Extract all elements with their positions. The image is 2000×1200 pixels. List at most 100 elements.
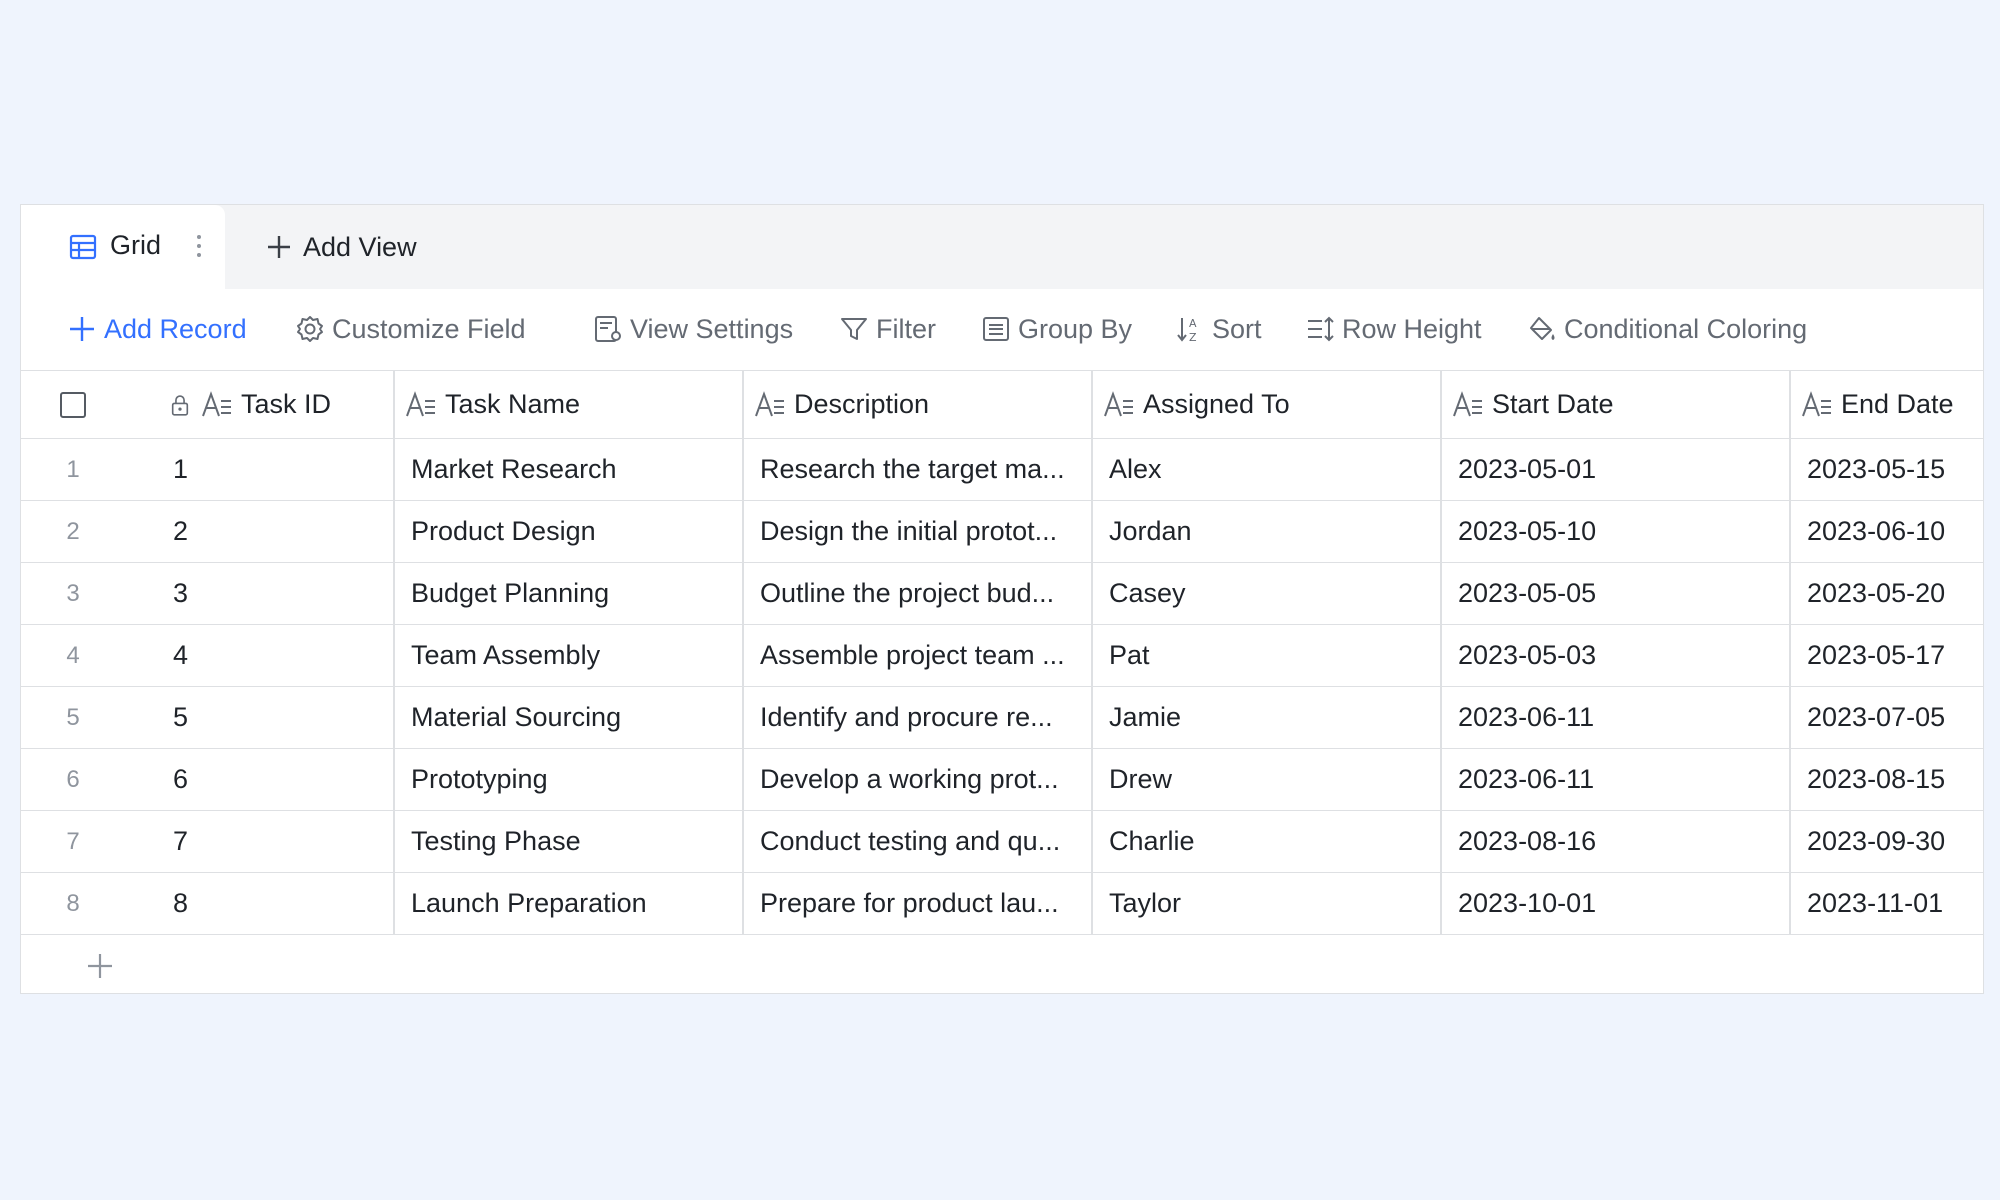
- cell-end-date[interactable]: 2023-05-15: [1791, 439, 1983, 500]
- cell-task-name[interactable]: Material Sourcing: [395, 687, 744, 748]
- table-row[interactable]: 2 2 Product Design Design the initial proto…: [21, 501, 1983, 563]
- cell-assigned-to[interactable]: Charlie: [1093, 811, 1442, 872]
- cell-start-date[interactable]: 2023-10-01: [1442, 873, 1791, 934]
- cell-task-name[interactable]: Prototyping: [395, 749, 744, 810]
- cell-start-date[interactable]: 2023-06-11: [1442, 749, 1791, 810]
- cell-description[interactable]: Prepare for product lau...: [744, 873, 1093, 934]
- tab-grid-label: Grid: [110, 230, 162, 260]
- cell-task-id[interactable]: 5: [125, 687, 395, 748]
- row-height-icon: [1308, 316, 1334, 342]
- grid-table-icon: [69, 234, 97, 260]
- text-field-icon: [406, 390, 435, 416]
- cell-task-id[interactable]: 4: [125, 625, 395, 686]
- cell-task-id[interactable]: 8: [125, 873, 395, 934]
- column-header-label: Description: [794, 389, 930, 419]
- cell-assigned-to[interactable]: Pat: [1093, 625, 1442, 686]
- cell-description[interactable]: Outline the project bud...: [744, 563, 1093, 624]
- row-number: 8: [66, 889, 80, 917]
- lock-icon: [171, 394, 189, 416]
- add-view-label: Add View: [303, 231, 417, 262]
- cell-assigned-to[interactable]: Alex: [1093, 439, 1442, 500]
- cell-end-date[interactable]: 2023-07-05: [1791, 687, 1983, 748]
- column-header-label: End Date: [1841, 389, 1954, 419]
- cell-end-date[interactable]: 2023-06-10: [1791, 501, 1983, 562]
- cell-description[interactable]: Develop a working prot...: [744, 749, 1093, 810]
- table-row[interactable]: 7 7 Testing Phase Conduct testing and qu...…: [21, 811, 1983, 873]
- column-header-label: Start Date: [1492, 389, 1614, 419]
- paint-bucket-icon: [1530, 317, 1555, 340]
- more-vertical-icon[interactable]: [195, 231, 203, 261]
- cell-task-name[interactable]: Launch Preparation: [395, 873, 744, 934]
- sort-label: Sort: [1212, 313, 1262, 344]
- cell-task-name[interactable]: Budget Planning: [395, 563, 744, 624]
- cell-start-date[interactable]: 2023-05-01: [1442, 439, 1791, 500]
- grid-header-row: Task ID Task Name Description Assigned T…: [21, 371, 1983, 439]
- table-row[interactable]: 6 6 Prototyping Develop a working prot... Dr…: [21, 749, 1983, 811]
- cell-description[interactable]: Identify and procure re...: [744, 687, 1093, 748]
- column-header-end-date[interactable]: End Date: [1791, 371, 1983, 438]
- add-view-button[interactable]: Add View: [265, 229, 417, 265]
- column-header-description[interactable]: Description: [744, 371, 1093, 438]
- cell-task-id[interactable]: 6: [125, 749, 395, 810]
- cell-end-date[interactable]: 2023-11-01: [1791, 873, 1983, 934]
- cell-assigned-to[interactable]: Casey: [1093, 563, 1442, 624]
- cell-task-id[interactable]: 1: [125, 439, 395, 500]
- row-height-label: Row Height: [1342, 313, 1482, 344]
- conditional-coloring-button[interactable]: Conditional Coloring: [1527, 311, 1807, 347]
- cell-task-id[interactable]: 7: [125, 811, 395, 872]
- cell-assigned-to[interactable]: Jordan: [1093, 501, 1442, 562]
- data-grid: Task ID Task Name Description Assigned T…: [21, 370, 1983, 995]
- cell-start-date[interactable]: 2023-05-03: [1442, 625, 1791, 686]
- cell-end-date[interactable]: 2023-08-15: [1791, 749, 1983, 810]
- cell-description[interactable]: Research the target ma...: [744, 439, 1093, 500]
- table-row[interactable]: 5 5 Material Sourcing Identify and procure …: [21, 687, 1983, 749]
- table-row[interactable]: 8 8 Launch Preparation Prepare for product …: [21, 873, 1983, 935]
- view-settings-button[interactable]: View Settings: [593, 311, 793, 347]
- cell-start-date[interactable]: 2023-05-05: [1442, 563, 1791, 624]
- cell-description[interactable]: Conduct testing and qu...: [744, 811, 1093, 872]
- cell-start-date[interactable]: 2023-05-10: [1442, 501, 1791, 562]
- plus-icon: [70, 317, 94, 341]
- cell-description[interactable]: Design the initial protot...: [744, 501, 1093, 562]
- cell-end-date[interactable]: 2023-05-17: [1791, 625, 1983, 686]
- cell-task-name[interactable]: Market Research: [395, 439, 744, 500]
- select-all-checkbox[interactable]: [60, 391, 86, 418]
- cell-description[interactable]: Assemble project team ...: [744, 625, 1093, 686]
- column-header-label: Assigned To: [1143, 389, 1290, 419]
- select-all-cell: [21, 371, 125, 438]
- group-by-icon: [983, 317, 1009, 341]
- cell-task-name[interactable]: Team Assembly: [395, 625, 744, 686]
- svg-text:A: A: [1189, 317, 1197, 330]
- text-field-icon: [1802, 390, 1831, 416]
- cell-start-date[interactable]: 2023-06-11: [1442, 687, 1791, 748]
- customize-field-label: Customize Field: [332, 313, 526, 344]
- table-row[interactable]: 3 3 Budget Planning Outline the project bud…: [21, 563, 1983, 625]
- tab-grid[interactable]: Grid: [21, 205, 225, 289]
- sort-button[interactable]: A Z Sort: [1175, 311, 1262, 347]
- cell-end-date[interactable]: 2023-09-30: [1791, 811, 1983, 872]
- add-record-button[interactable]: Add Record: [67, 311, 247, 347]
- column-header-assigned-to[interactable]: Assigned To: [1093, 371, 1442, 438]
- row-height-button[interactable]: Row Height: [1305, 311, 1482, 347]
- group-by-label: Group By: [1018, 313, 1133, 344]
- view-tab-bar: Grid Add View: [21, 205, 1983, 289]
- cell-assigned-to[interactable]: Drew: [1093, 749, 1442, 810]
- cell-task-id[interactable]: 2: [125, 501, 395, 562]
- add-row-button[interactable]: [85, 935, 115, 997]
- cell-end-date[interactable]: 2023-05-20: [1791, 563, 1983, 624]
- column-header-task-id[interactable]: Task ID: [125, 371, 395, 438]
- customize-field-button[interactable]: Customize Field: [295, 311, 526, 347]
- column-header-start-date[interactable]: Start Date: [1442, 371, 1791, 438]
- row-number: 5: [66, 703, 80, 731]
- group-by-button[interactable]: Group By: [981, 311, 1132, 347]
- table-row[interactable]: 4 4 Team Assembly Assemble project team ...…: [21, 625, 1983, 687]
- cell-task-id[interactable]: 3: [125, 563, 395, 624]
- cell-assigned-to[interactable]: Taylor: [1093, 873, 1442, 934]
- cell-task-name[interactable]: Product Design: [395, 501, 744, 562]
- table-row[interactable]: 1 1 Market Research Research the target ma.…: [21, 439, 1983, 501]
- filter-button[interactable]: Filter: [839, 311, 936, 347]
- cell-assigned-to[interactable]: Jamie: [1093, 687, 1442, 748]
- cell-task-name[interactable]: Testing Phase: [395, 811, 744, 872]
- column-header-task-name[interactable]: Task Name: [395, 371, 744, 438]
- cell-start-date[interactable]: 2023-08-16: [1442, 811, 1791, 872]
